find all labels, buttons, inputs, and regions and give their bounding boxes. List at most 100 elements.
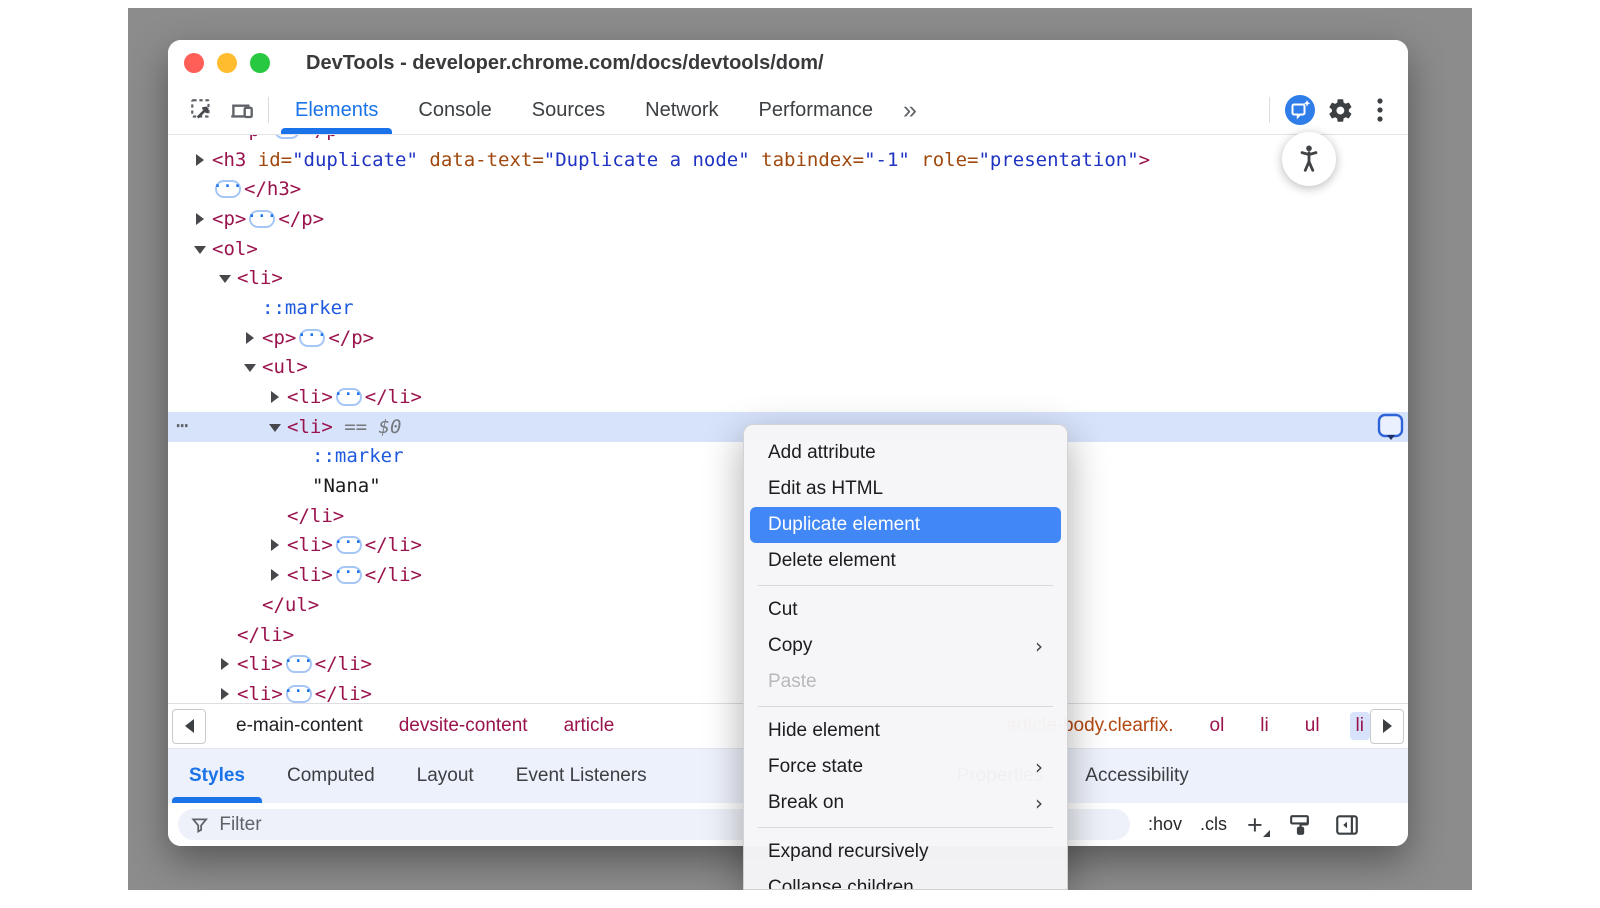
tab-sources[interactable]: Sources <box>512 86 625 134</box>
more-tabs-icon[interactable]: » <box>893 86 925 134</box>
rendering-emulation-icon[interactable] <box>1287 812 1312 837</box>
dom-token-attr: tabindex= <box>750 149 864 171</box>
dom-tree-row[interactable]: <li> </li> <box>168 382 1408 412</box>
dom-token-tag: <li> <box>237 683 283 703</box>
close-window-button[interactable] <box>184 53 204 73</box>
ask-ai-row-badge-icon[interactable] <box>1376 413 1405 441</box>
breadcrumb-scroll-right-button[interactable] <box>1370 709 1404 744</box>
dom-tree-row[interactable]: <ul> <box>168 353 1408 383</box>
menu-item-collapse-children[interactable]: Collapse children <box>750 870 1061 890</box>
dom-token-tag: <li> <box>287 534 333 556</box>
menu-item-label: Expand recursively <box>768 841 929 863</box>
dom-tree-row[interactable]: </h3> <box>168 174 1408 204</box>
desktop-backdrop: DevTools - developer.chrome.com/docs/dev… <box>128 8 1472 890</box>
dom-token-tag: <li> <box>287 386 333 408</box>
menu-item-edit-as-html[interactable]: Edit as HTML <box>750 471 1061 507</box>
menu-item-cut[interactable]: Cut <box>750 592 1061 628</box>
dom-token-tag: <p> <box>262 327 296 349</box>
toolbar-tabs: ElementsConsoleSourcesNetworkPerformance <box>275 86 893 134</box>
dom-tree-row[interactable]: <h3 id="duplicate" data-text="Duplicate … <box>168 145 1408 175</box>
menu-item-label: Hide element <box>768 720 880 742</box>
tab-console[interactable]: Console <box>398 86 511 134</box>
collapsed-content-icon[interactable] <box>336 388 362 406</box>
menu-item-label: Delete element <box>768 550 896 572</box>
dom-token-tag: > <box>1139 149 1150 171</box>
breadcrumb-item-ul[interactable]: ul <box>1299 712 1326 740</box>
zoom-window-button[interactable] <box>250 53 270 73</box>
tab-elements[interactable]: Elements <box>275 86 398 134</box>
dom-token-tag: </p> <box>328 327 374 349</box>
dom-tree-row[interactable]: <p></p> <box>168 135 1408 145</box>
menu-item-add-attribute[interactable]: Add attribute <box>750 435 1061 471</box>
collapsed-content-icon[interactable] <box>215 180 241 198</box>
menu-separator <box>758 585 1053 586</box>
tab-performance[interactable]: Performance <box>739 86 894 134</box>
tab-accessibility[interactable]: Accessibility <box>1064 749 1209 803</box>
element-classes-button[interactable]: .cls <box>1200 814 1227 835</box>
menu-item-label: Copy <box>768 635 812 657</box>
collapsed-content-icon[interactable] <box>286 655 312 673</box>
dom-token-dollar: $0 <box>379 416 402 438</box>
menu-item-force-state[interactable]: Force state› <box>750 749 1061 785</box>
dom-token-tag: </p> <box>278 208 324 230</box>
filter-funnel-icon <box>190 815 209 835</box>
menu-item-label: Cut <box>768 599 798 621</box>
menu-item-label: Edit as HTML <box>768 478 883 500</box>
dom-token-attr: id= <box>246 149 292 171</box>
device-toolbar-icon[interactable] <box>222 86 262 134</box>
submenu-chevron-icon: › <box>1035 755 1043 779</box>
dom-token-val: "duplicate" <box>292 149 418 171</box>
new-style-rule-button[interactable]: + <box>1247 815 1263 835</box>
tab-event-listeners[interactable]: Event Listeners <box>495 749 668 803</box>
tab-network[interactable]: Network <box>625 86 738 134</box>
menu-item-label: Break on <box>768 792 844 814</box>
dom-token-attr: role= <box>910 149 979 171</box>
collapsed-content-icon[interactable] <box>299 329 325 347</box>
breadcrumb-item-devsite-content[interactable]: devsite-content <box>393 712 534 740</box>
menu-item-expand-recursively[interactable]: Expand recursively <box>750 834 1061 870</box>
dom-token-tag: </li> <box>315 683 372 703</box>
collapsed-content-icon[interactable] <box>249 210 275 228</box>
dom-tree-row[interactable]: <p> </p> <box>168 204 1408 234</box>
menu-item-hide-element[interactable]: Hide element <box>750 713 1061 749</box>
kebab-menu-icon[interactable] <box>1360 97 1400 123</box>
dom-token-tag: <p> <box>212 208 246 230</box>
collapsed-content-icon[interactable] <box>336 566 362 584</box>
dom-token-tag: </li> <box>315 653 372 675</box>
settings-gear-icon[interactable] <box>1320 97 1360 124</box>
menu-item-delete-element[interactable]: Delete element <box>750 543 1061 579</box>
dom-tree-row[interactable]: <ol> <box>168 234 1408 264</box>
collapsed-content-icon[interactable] <box>286 685 312 703</box>
tab-computed[interactable]: Computed <box>266 749 396 803</box>
row-overflow-dots-icon[interactable]: ⋯ <box>176 413 189 437</box>
menu-item-label: Paste <box>768 671 817 693</box>
dom-token-tag: </li> <box>365 386 422 408</box>
breadcrumb-item-article[interactable]: article <box>558 712 621 740</box>
inspect-element-icon[interactable] <box>182 86 222 134</box>
menu-item-break-on[interactable]: Break on› <box>750 785 1061 821</box>
breadcrumb-item-li[interactable]: li <box>1254 712 1274 740</box>
menu-item-copy[interactable]: Copy› <box>750 628 1061 664</box>
page-accessibility-widget[interactable] <box>1282 132 1336 186</box>
dom-token-attr: data-text= <box>418 149 544 171</box>
minimize-window-button[interactable] <box>217 53 237 73</box>
breadcrumb-item-li[interactable]: li <box>1350 712 1370 740</box>
collapsed-content-icon[interactable] <box>336 536 362 554</box>
collapsed-content-icon[interactable] <box>274 135 300 139</box>
dom-tree-row[interactable]: <p> </p> <box>168 323 1408 353</box>
tab-styles[interactable]: Styles <box>168 749 266 803</box>
menu-item-label: Duplicate element <box>768 514 920 536</box>
menu-item-duplicate-element[interactable]: Duplicate element <box>750 507 1061 543</box>
tab-layout[interactable]: Layout <box>396 749 495 803</box>
dom-tree-row[interactable]: <li> <box>168 263 1408 293</box>
toggle-element-state-button[interactable]: :hov <box>1148 814 1182 835</box>
dom-token-val: "-1" <box>864 149 910 171</box>
ai-assistance-icon[interactable] <box>1280 94 1320 126</box>
breadcrumb-item-e-main-content[interactable]: e-main-content <box>230 712 369 740</box>
breadcrumb-item-ol[interactable]: ol <box>1204 712 1231 740</box>
breadcrumb-scroll-left-button[interactable] <box>172 709 206 744</box>
menu-separator <box>758 706 1053 707</box>
dom-tree-row[interactable]: ::marker <box>168 293 1408 323</box>
toggle-sidebar-icon[interactable] <box>1334 812 1360 838</box>
dom-token-val: "Duplicate a node" <box>544 149 750 171</box>
